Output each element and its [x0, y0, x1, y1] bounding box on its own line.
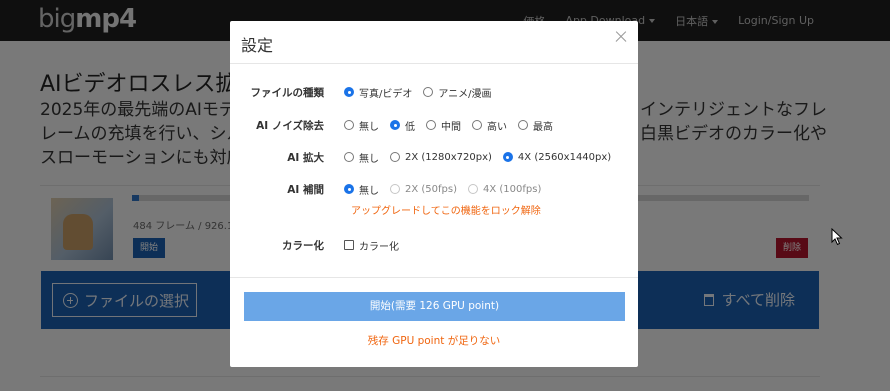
label-colorize: カラー化	[282, 239, 324, 252]
label-denoise: AI ノイズ除去	[256, 119, 324, 132]
radio-checked-icon	[502, 152, 513, 162]
close-icon[interactable]	[614, 30, 628, 44]
opt-interp-2x-label: 2X (50fps)	[405, 183, 457, 195]
opt-denoise-low-label: 低	[405, 121, 415, 133]
radio-unchecked-icon	[426, 120, 436, 130]
row-colorize: カラー化 カラー化	[230, 235, 638, 255]
radio-unchecked-icon	[390, 152, 400, 162]
radio-unchecked-icon	[344, 152, 354, 162]
opt-denoise-max-label: 最高	[533, 121, 553, 133]
radio-interp-2x: 2X (50fps)	[390, 184, 457, 195]
interpolation-options: 無し 2X (50fps) 4X (100fps)	[344, 182, 552, 197]
radio-checked-icon	[344, 184, 354, 194]
checkbox-icon	[344, 240, 354, 250]
radio-unchecked-icon	[423, 87, 434, 97]
radio-unchecked-icon	[344, 120, 354, 130]
radio-checked-icon	[344, 87, 354, 97]
radio-denoise-none[interactable]: 無し	[344, 118, 379, 133]
mouse-cursor-icon	[831, 228, 843, 246]
radio-checked-icon	[390, 120, 400, 130]
opt-photo-video-label: 写真/ビデオ	[359, 88, 413, 100]
radio-unchecked-icon	[472, 120, 482, 130]
upscale-options: 無し 2X (1280x720px) 4X (2560x1440px)	[344, 150, 622, 165]
denoise-options: 無し 低 中間 高い 最高	[344, 118, 564, 133]
radio-denoise-low[interactable]: 低	[390, 118, 415, 133]
opt-interp-4x-label: 4X (100fps)	[483, 183, 542, 195]
start-processing-button[interactable]: 開始(需要 126 GPU point)	[244, 292, 625, 321]
radio-disabled-icon	[468, 184, 478, 194]
radio-upscale-2x[interactable]: 2X (1280x720px)	[390, 152, 492, 163]
label-upscale: AI 拡大	[287, 151, 324, 164]
opt-denoise-high-label: 高い	[487, 121, 507, 133]
opt-denoise-mid-label: 中間	[441, 121, 461, 133]
label-file-type: ファイルの種類	[250, 86, 325, 99]
radio-unchecked-icon	[518, 120, 528, 130]
opt-upscale-2x-label: 2X (1280x720px)	[405, 151, 492, 163]
radio-disabled-icon	[390, 184, 400, 194]
row-interpolation: AI 補間 無し 2X (50fps) 4X (100fps)	[230, 179, 638, 199]
opt-colorize-label: カラー化	[359, 241, 399, 253]
opt-denoise-none-label: 無し	[359, 121, 379, 133]
radio-upscale-4x[interactable]: 4X (2560x1440px)	[502, 151, 612, 163]
radio-interp-4x: 4X (100fps)	[468, 184, 541, 195]
radio-interp-none[interactable]: 無し	[344, 182, 379, 197]
row-file-type: ファイルの種類 写真/ビデオ アニメ/漫画	[230, 82, 638, 102]
radio-denoise-mid[interactable]: 中間	[426, 118, 461, 133]
settings-modal: 設定 ファイルの種類 写真/ビデオ アニメ/漫画 AI ノイズ除去 無し 低 中…	[230, 21, 638, 367]
gpu-warning-text: 残存 GPU point が足りない	[367, 335, 501, 347]
modal-title: 設定	[241, 36, 274, 55]
row-denoise: AI ノイズ除去 無し 低 中間 高い 最高	[230, 115, 638, 135]
opt-interp-none-label: 無し	[359, 185, 379, 197]
row-upscale: AI 拡大 無し 2X (1280x720px) 4X (2560x1440px…	[230, 147, 638, 167]
opt-anime-manga-label: アニメ/漫画	[438, 88, 492, 100]
radio-upscale-none[interactable]: 無し	[344, 150, 379, 165]
modal-header: 設定	[230, 21, 638, 64]
checkbox-colorize[interactable]: カラー化	[344, 238, 399, 253]
colorize-options: カラー化	[344, 238, 410, 253]
opt-upscale-none-label: 無し	[359, 153, 379, 165]
radio-denoise-high[interactable]: 高い	[472, 118, 507, 133]
radio-photo-video[interactable]: 写真/ビデオ	[344, 85, 412, 100]
file-type-options: 写真/ビデオ アニメ/漫画	[344, 85, 503, 100]
opt-upscale-4x-label: 4X (2560x1440px)	[517, 151, 612, 163]
radio-anime-manga[interactable]: アニメ/漫画	[423, 85, 492, 100]
modal-divider	[230, 277, 638, 278]
radio-denoise-max[interactable]: 最高	[518, 118, 553, 133]
label-interpolation: AI 補間	[287, 183, 324, 196]
upgrade-link[interactable]: アップグレードしてこの機能をロック解除	[351, 202, 541, 217]
